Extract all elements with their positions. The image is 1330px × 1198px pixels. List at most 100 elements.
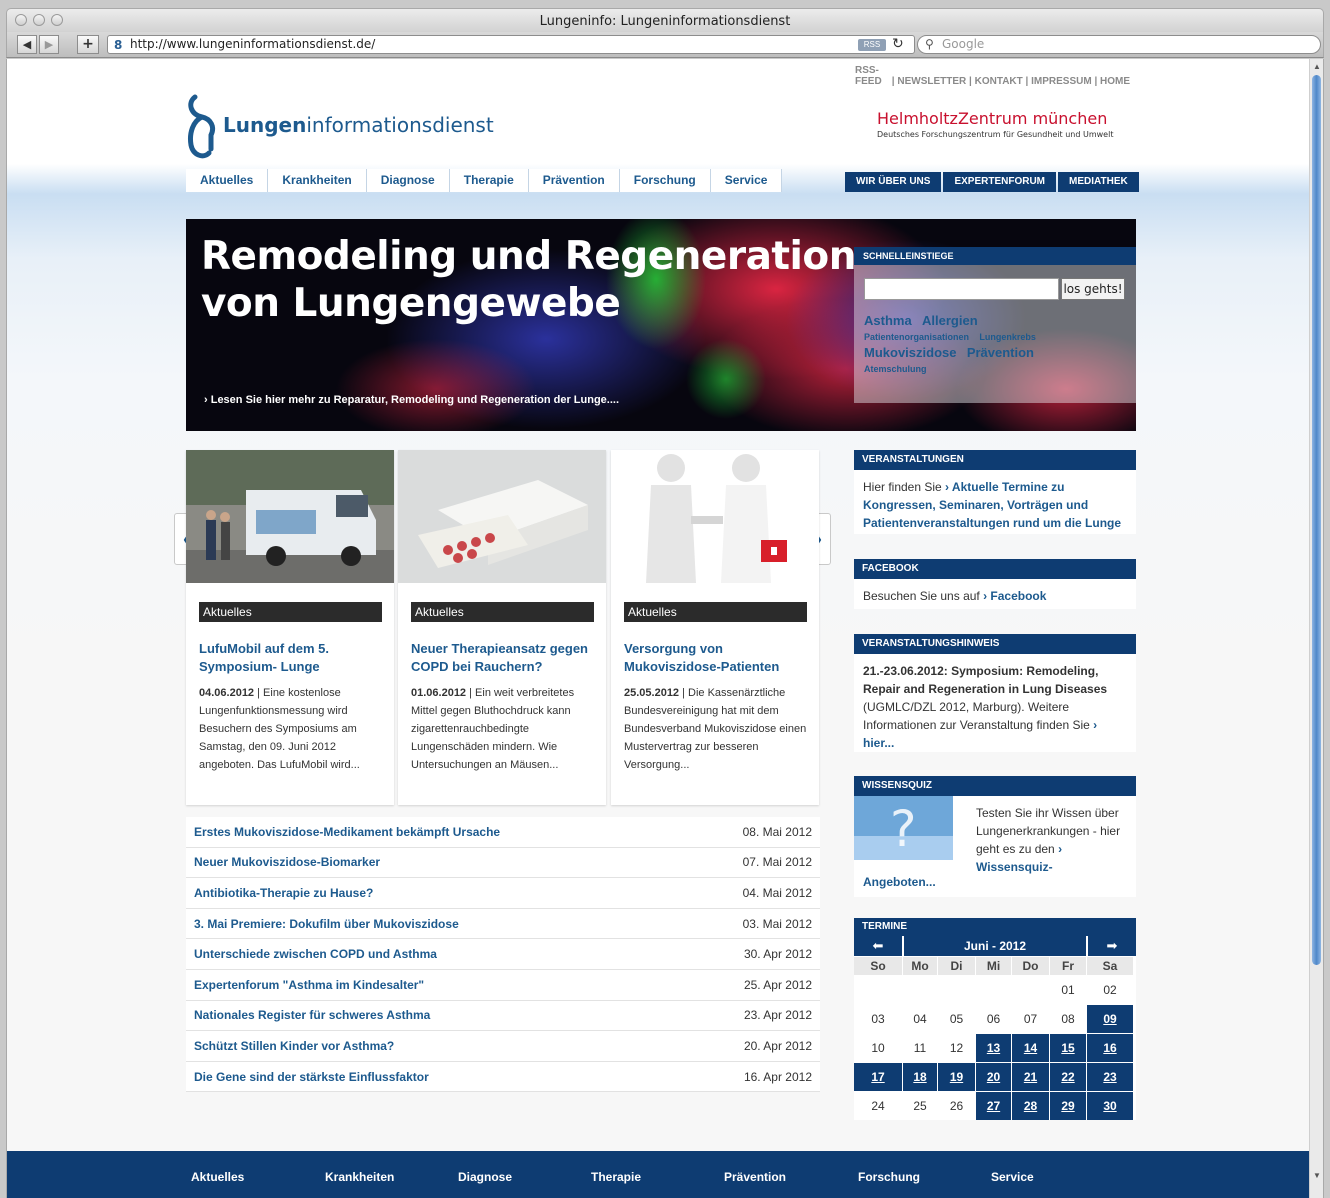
toplink-kontakt[interactable]: KONTAKT — [975, 76, 1023, 87]
teaser-title[interactable]: LufuMobil auf dem 5. Symposium- Lunge — [199, 640, 382, 676]
nav-therapie[interactable]: Therapie — [449, 169, 529, 192]
footer-diagnose[interactable]: Diagnose — [458, 1170, 512, 1184]
teaser-title[interactable]: Neuer Therapieansatz gegen COPD bei Rauc… — [411, 640, 594, 676]
news-link[interactable]: Nationales Register für schweres Asthma — [194, 1008, 430, 1022]
news-link[interactable]: Erstes Mukoviszidose-Medikament bekämpft… — [194, 825, 500, 839]
news-link[interactable]: Die Gene sind der stärkste Einflussfakto… — [194, 1070, 429, 1084]
footer-aktuelles[interactable]: Aktuelles — [191, 1170, 244, 1184]
arrow-right-icon[interactable]: ➡ — [1088, 936, 1136, 956]
quick-search-input[interactable] — [864, 278, 1059, 300]
tag-mukoviszidose[interactable]: Mukoviszidose — [864, 345, 956, 360]
calendar-day: 01 — [1050, 976, 1086, 1004]
calendar-day[interactable]: 15 — [1050, 1034, 1086, 1062]
facebook-link[interactable]: › Facebook — [983, 589, 1046, 603]
calendar-day[interactable]: 18 — [903, 1063, 937, 1091]
teaser-title[interactable]: Versorgung von Mukoviszidose-Patienten — [624, 640, 807, 676]
toplink-rss[interactable]: RSS-FEED — [855, 65, 889, 87]
calendar-day[interactable]: 13 — [976, 1034, 1011, 1062]
calendar-day[interactable]: 20 — [976, 1063, 1011, 1091]
toplink-home[interactable]: HOME — [1100, 76, 1130, 87]
back-button[interactable]: ◀ — [17, 35, 37, 54]
toplink-impressum[interactable]: IMPRESSUM — [1031, 76, 1092, 87]
calendar-day[interactable]: 21 — [1012, 1063, 1049, 1091]
events-heading: VERANSTALTUNGEN — [854, 450, 1136, 470]
footer-praevention[interactable]: Prävention — [724, 1170, 786, 1184]
question-mark-image: ? — [854, 796, 953, 860]
calendar-day[interactable]: 19 — [938, 1063, 975, 1091]
tag-allergien[interactable]: Allergien — [922, 313, 978, 328]
nav-krankheiten[interactable]: Krankheiten — [268, 169, 367, 192]
quiz-more-link[interactable]: Angeboten... — [863, 875, 936, 889]
news-date: 20. Apr 2012 — [743, 1038, 812, 1053]
google-search-input[interactable]: ⚲ Google — [917, 35, 1321, 54]
news-link[interactable]: Neuer Mukoviszidose-Biomarker — [194, 855, 380, 869]
nav-expertenforum[interactable]: EXPERTENFORUM — [943, 172, 1057, 192]
teaser-card[interactable]: Aktuelles Versorgung von Mukoviszidose-P… — [611, 450, 819, 805]
vertical-scrollbar[interactable]: ▲ ▼ — [1309, 59, 1323, 1198]
tag-lungenkrebs[interactable]: Lungenkrebs — [979, 332, 1036, 342]
scrollbar-thumb[interactable] — [1312, 75, 1321, 965]
calendar-day[interactable]: 23 — [1087, 1063, 1133, 1091]
svg-text:?: ? — [890, 800, 917, 858]
calendar-day[interactable]: 28 — [1012, 1092, 1049, 1120]
add-bookmark-button[interactable]: + — [77, 35, 99, 54]
nav-forschung[interactable]: Forschung — [619, 169, 711, 192]
tag-praevention[interactable]: Prävention — [967, 345, 1034, 360]
nav-wir-ueber-uns[interactable]: WIR ÜBER UNS — [845, 172, 942, 192]
calendar-day[interactable]: 27 — [976, 1092, 1011, 1120]
tag-patientenorganisationen[interactable]: Patientenorganisationen — [864, 332, 969, 342]
calendar-empty-cell — [1012, 976, 1049, 1004]
scroll-down-icon[interactable]: ▼ — [1313, 1171, 1321, 1180]
news-link[interactable]: Unterschiede zwischen COPD und Asthma — [194, 947, 437, 961]
tag-atemschulung[interactable]: Atemschulung — [864, 364, 927, 374]
facebook-text: Besuchen Sie uns auf › Facebook — [863, 589, 1047, 603]
reload-icon[interactable]: ↻ — [892, 35, 904, 52]
calendar-day: 25 — [903, 1092, 937, 1120]
news-date: 04. Mai 2012 — [742, 885, 812, 900]
footer-service[interactable]: Service — [991, 1170, 1034, 1184]
list-item: Neuer Mukoviszidose-Biomarker 07. Mai 201… — [186, 847, 820, 879]
hero-read-more-link[interactable]: › Lesen Sie hier mehr zu Reparatur, Remo… — [204, 394, 619, 406]
calendar-grid: So Mo Di Mi Do Fr Sa 01 02 03 04 05 06 07 08 09 10 11 12 13… — [854, 956, 1136, 1120]
teaser-card[interactable]: Aktuelles Neuer Therapieansatz gegen COP… — [398, 450, 606, 805]
nav-diagnose[interactable]: Diagnose — [366, 169, 450, 192]
calendar-day[interactable]: 22 — [1050, 1063, 1086, 1091]
tag-asthma[interactable]: Asthma — [864, 313, 912, 328]
partner-logo[interactable]: HelmholtzZentrum münchen Deutsches Forsc… — [877, 109, 1113, 139]
calendar-day[interactable]: 29 — [1050, 1092, 1086, 1120]
quiz-heading: WISSENSQUIZ — [854, 776, 1136, 796]
footer-forschung[interactable]: Forschung — [858, 1170, 920, 1184]
calendar-day[interactable]: 09 — [1087, 1005, 1133, 1033]
nav-aktuelles[interactable]: Aktuelles — [186, 169, 269, 192]
calendar-day[interactable]: 30 — [1087, 1092, 1133, 1120]
arrow-left-icon[interactable]: ⬅ — [854, 936, 902, 956]
hero-banner[interactable]: Remodeling und Regeneration von Lungenge… — [186, 219, 1136, 431]
nav-praevention[interactable]: Prävention — [528, 169, 620, 192]
list-item: Expertenforum "Asthma im Kindesalter" 25.… — [186, 969, 820, 1001]
events-box: VERANSTALTUNGEN Hier finden Sie › Aktuel… — [854, 450, 1136, 534]
news-link[interactable]: Antibiotika-Therapie zu Hause? — [194, 886, 373, 900]
list-item: Antibiotika-Therapie zu Hause? 04. Mai 20… — [186, 878, 820, 909]
calendar-weekday: So — [854, 957, 902, 975]
search-icon: ⚲ — [925, 37, 934, 51]
list-item: Schützt Stillen Kinder vor Asthma? 20. Ap… — [186, 1031, 820, 1062]
calendar-day[interactable]: 14 — [1012, 1034, 1049, 1062]
calendar-day[interactable]: 17 — [854, 1063, 902, 1091]
forward-button[interactable]: ▶ — [39, 35, 59, 54]
quick-search-button[interactable]: los gehts! — [1061, 278, 1125, 300]
toplink-newsletter[interactable]: NEWSLETTER — [897, 76, 966, 87]
news-link[interactable]: Schützt Stillen Kinder vor Asthma? — [194, 1039, 394, 1053]
teaser-card[interactable]: Aktuelles LufuMobil auf dem 5. Symposium… — [186, 450, 394, 805]
calendar-day[interactable]: 16 — [1087, 1034, 1133, 1062]
footer-krankheiten[interactable]: Krankheiten — [325, 1170, 394, 1184]
scroll-up-icon[interactable]: ▲ — [1313, 62, 1321, 71]
news-link[interactable]: 3. Mai Premiere: Dokufilm über Mukoviszi… — [194, 917, 459, 931]
news-link[interactable]: Expertenforum "Asthma im Kindesalter" — [194, 978, 424, 992]
footer-therapie[interactable]: Therapie — [591, 1170, 641, 1184]
calendar-day: 07 — [1012, 1005, 1049, 1033]
nav-service[interactable]: Service — [710, 169, 783, 192]
quick-tag-list: Asthma Allergien Patientenorganisationen… — [864, 313, 1132, 377]
nav-mediathek[interactable]: MEDIATHEK — [1058, 172, 1139, 192]
address-bar[interactable]: 8 http://www.lungeninformationsdienst.de… — [107, 35, 915, 54]
rss-button[interactable]: RSS — [858, 39, 886, 51]
